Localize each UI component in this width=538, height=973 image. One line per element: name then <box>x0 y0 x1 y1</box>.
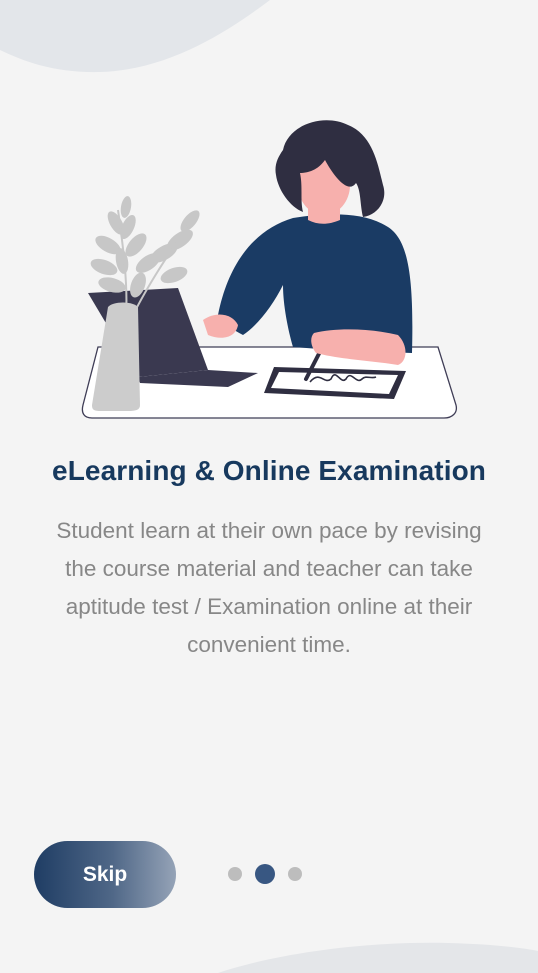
student-at-desk-illustration <box>81 120 458 419</box>
onboarding-screen: eLearning & Online Examination Student l… <box>0 0 538 973</box>
page-indicator[interactable] <box>228 864 302 884</box>
page-indicator-dot-active[interactable] <box>255 864 275 884</box>
page-title: eLearning & Online Examination <box>52 455 486 486</box>
top-decorative-wave <box>0 0 270 73</box>
page-indicator-dot[interactable] <box>288 867 302 881</box>
page-indicator-dot[interactable] <box>228 867 242 881</box>
page-description: Student learn at their own pace by revis… <box>56 518 482 657</box>
skip-button[interactable]: Skip <box>34 841 176 908</box>
bottom-decorative-wave <box>218 942 538 973</box>
